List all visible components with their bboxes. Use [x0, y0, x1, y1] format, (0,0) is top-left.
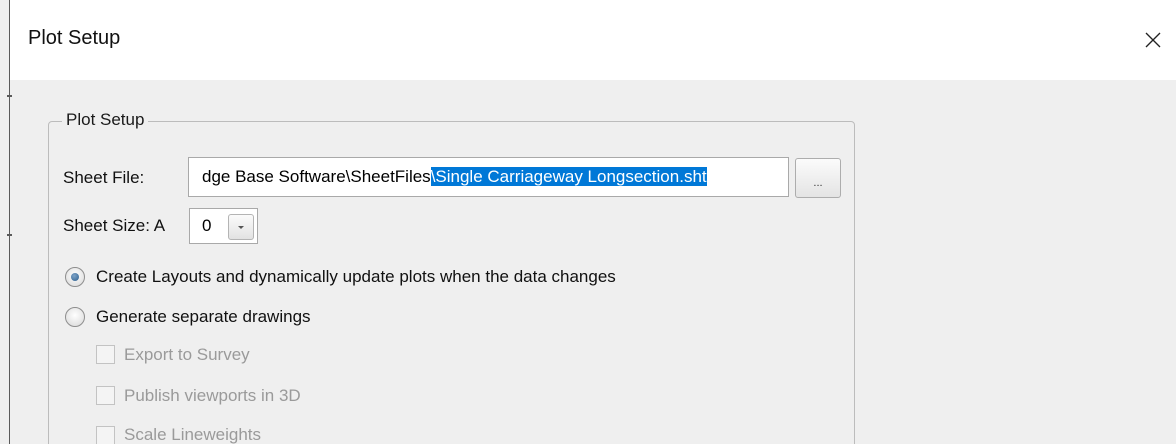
title-bar: Plot Setup — [10, 0, 1176, 80]
export-survey-checkbox[interactable] — [96, 345, 115, 364]
sheet-size-dropdown-button[interactable] — [228, 214, 254, 240]
sheet-file-path: dge Base Software\SheetFiles — [202, 167, 431, 186]
scale-lineweights-label: Scale Lineweights — [124, 425, 262, 444]
separate-drawings-radio[interactable] — [65, 307, 85, 327]
edge-tick — [7, 234, 12, 236]
publish-3d-label: Publish viewports in 3D — [124, 386, 301, 405]
sheet-file-label: Sheet File: — [63, 168, 145, 187]
close-icon — [1145, 32, 1161, 48]
scale-lineweights-checkbox[interactable] — [96, 426, 115, 444]
plot-setup-dialog: Plot Setup Plot Setup Sheet File: dge Ba… — [0, 0, 1176, 444]
chevron-down-icon — [238, 226, 244, 229]
dialog-title: Plot Setup — [28, 27, 121, 49]
edge-tick — [7, 95, 12, 97]
create-layouts-label[interactable]: Create Layouts and dynamically update pl… — [96, 267, 616, 287]
browse-button[interactable]: ... — [795, 158, 841, 198]
sheet-size-select[interactable]: 0 — [189, 208, 258, 244]
close-button[interactable] — [1130, 18, 1176, 62]
publish-3d-checkbox[interactable] — [96, 386, 115, 405]
sheet-file-input[interactable]: dge Base Software\SheetFiles\Single Carr… — [188, 157, 789, 197]
sheet-file-selected-text: \Single Carriageway Longsection.sht — [430, 167, 707, 186]
sheet-size-label: Sheet Size: A — [63, 216, 166, 235]
export-survey-label: Export to Survey — [124, 345, 250, 364]
radio-selected-dot — [71, 273, 79, 281]
separate-drawings-label[interactable]: Generate separate drawings — [96, 307, 311, 327]
create-layouts-radio[interactable] — [65, 267, 85, 287]
groupbox-legend: Plot Setup — [62, 110, 149, 130]
sheet-size-value: 0 — [202, 216, 212, 235]
